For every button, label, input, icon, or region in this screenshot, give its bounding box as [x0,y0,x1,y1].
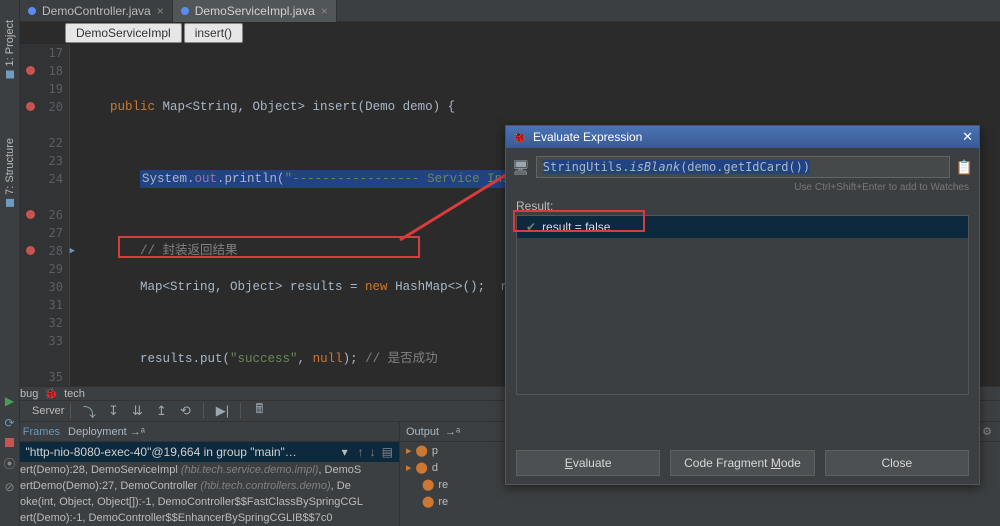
thread-selector[interactable]: ⬤ "http-nio-8080-exec-40"@19,664 in grou… [0,442,399,462]
tab-label: DemoController.java [42,4,151,18]
breadcrumb: DemoServiceImpl insert() [65,22,245,44]
drop-frame-icon[interactable]: ⟲ [173,401,197,421]
hint-text: Use Ctrl+Shift+Enter to add to Watches [506,182,979,199]
result-row[interactable]: ✔ result = false [517,216,968,238]
evaluate-button[interactable]: Evaluate [516,450,660,476]
java-icon [28,7,36,15]
stack-frame[interactable]: insert(Demo):-1, DemoController$$Enhance… [0,510,399,526]
check-icon: ✔ [526,220,536,234]
close-icon[interactable]: ✕ [962,129,973,145]
run-to-cursor-icon[interactable]: ▶| [210,401,234,421]
history-icon[interactable]: 🖥 [512,159,530,176]
stack-frame[interactable]: insert(Demo):28, DemoServiceImpl (hbi.te… [0,462,399,478]
project-tool[interactable]: 1: Project [4,20,16,78]
step-into-icon[interactable]: ↧ [101,401,125,421]
debug-run-controls: ▶ ⟳ ⦿ ⊘ [0,386,20,526]
step-over-icon[interactable]: ⤵ [77,401,101,421]
bug-icon: 🐞 [44,387,58,400]
result-label: Result: [506,199,979,213]
tab-label: DemoServiceImpl.java [195,4,315,18]
deployment-tab[interactable]: Deployment →ᵃ [68,426,145,438]
server-tab[interactable]: Server [32,405,64,417]
settings-icon[interactable]: ⚙ [982,425,1000,438]
java-icon [181,7,189,15]
tab-demo-service-impl[interactable]: DemoServiceImpl.java × [173,0,337,22]
run-config-name: tech [64,388,85,400]
mute-breakpoints-icon[interactable]: ⊘ [4,480,14,494]
step-out-icon[interactable]: ↥ [149,401,173,421]
left-toolstrip: 1: Project 7: Structure [0,0,20,386]
prev-frame-icon[interactable]: ↑ [358,445,364,459]
next-frame-icon[interactable]: ↓ [370,445,376,459]
debug-icon: 🐞 [512,130,527,144]
dialog-titlebar[interactable]: 🐞 Evaluate Expression ✕ [506,126,979,148]
structure-tool[interactable]: 7: Structure [4,138,16,207]
stack-frame[interactable]: invoke(int, Object, Object[]):-1, DemoCo… [0,494,399,510]
crumb-class[interactable]: DemoServiceImpl [65,23,182,43]
crumb-method[interactable]: insert() [184,23,243,43]
resume-button[interactable]: ▶ [5,394,14,408]
close-icon[interactable]: × [157,4,164,18]
output-tab[interactable]: Output [406,426,439,438]
force-step-into-icon[interactable]: ⇊ [125,401,149,421]
line-gutter[interactable]: 17181920 222324 2627282930 3132333536 37… [20,44,70,386]
stack-frame[interactable]: insertDemo(Demo):27, DemoController (hbi… [0,478,399,494]
filter-icon[interactable]: ▤ [382,445,393,459]
expression-input[interactable]: StringUtils.isBlank(demo.getIdCard()) [536,156,950,178]
stop-button[interactable] [5,438,14,447]
frames-pane: 📑 Frames Deployment →ᵃ ⬤ "http-nio-8080-… [0,422,400,526]
close-icon[interactable]: × [321,4,328,18]
view-breakpoints-icon[interactable]: ⦿ [3,455,15,472]
dialog-title: Evaluate Expression [533,130,642,144]
evaluate-expression-dialog: 🐞 Evaluate Expression ✕ 🖥 StringUtils.is… [505,125,980,485]
update-icon[interactable]: ⟳ [4,416,14,430]
code-fragment-mode-button[interactable]: Code Fragment Mode [670,450,814,476]
result-tree[interactable]: ✔ result = false [516,215,969,395]
close-button[interactable]: Close [825,450,969,476]
editor-tabs: DemoController.java × DemoServiceImpl.ja… [20,0,1000,22]
history-dropdown-icon[interactable]: 📋 [956,159,973,176]
tab-demo-controller[interactable]: DemoController.java × [20,0,173,22]
evaluate-icon[interactable]: 🖩 [247,401,271,421]
comment: // 封装返回结果 [140,244,238,258]
